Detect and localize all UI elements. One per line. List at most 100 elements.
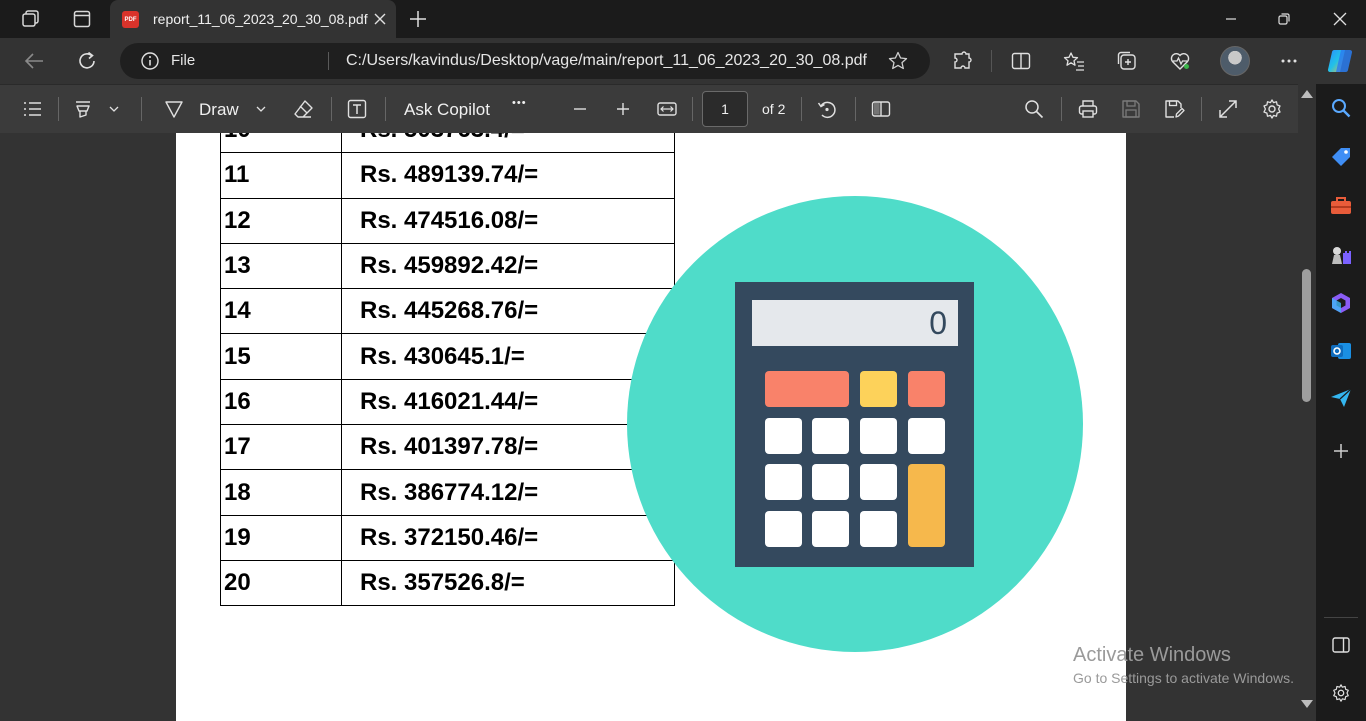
amount-cell: Rs. 503763.4/= <box>341 133 675 154</box>
add-text-icon[interactable] <box>345 97 369 121</box>
refresh-icon[interactable] <box>73 47 101 75</box>
send-drop-icon[interactable] <box>1328 385 1354 411</box>
favorites-icon[interactable] <box>1061 48 1087 74</box>
erase-icon[interactable] <box>291 97 315 121</box>
sidebar-search-icon[interactable] <box>1328 95 1354 121</box>
watermark-title: Activate Windows <box>1073 644 1231 666</box>
url-text[interactable]: C:/Users/kavindus/Desktop/vage/main/repo… <box>346 52 867 70</box>
scroll-up-arrow-icon[interactable] <box>1301 90 1313 98</box>
more-tools-icon[interactable]: ••• <box>512 97 527 109</box>
outlook-icon[interactable] <box>1328 338 1354 364</box>
zoom-in-icon[interactable] <box>611 97 635 121</box>
tab-title: report_11_06_2023_20_30_08.pdf <box>153 11 368 27</box>
toolbar-divider <box>991 50 992 72</box>
rotate-icon[interactable] <box>815 97 839 121</box>
amount-cell: Rs. 474516.08/= <box>341 197 675 244</box>
ask-copilot-button[interactable]: Ask Copilot <box>404 100 490 120</box>
row-number-cell: 10 <box>220 133 342 154</box>
pdf-file-icon: PDF <box>122 11 139 28</box>
active-tab[interactable]: PDF report_11_06_2023_20_30_08.pdf <box>110 0 396 38</box>
toolbar-divider <box>1061 97 1062 121</box>
amount-cell: Rs. 357526.8/= <box>341 559 675 607</box>
shopping-tag-icon[interactable] <box>1328 144 1354 170</box>
table-row: 10Rs. 503763.4/= <box>220 133 675 154</box>
profile-avatar[interactable] <box>1220 46 1250 76</box>
vertical-scrollbar[interactable] <box>1298 84 1316 721</box>
page-number-input[interactable]: 1 <box>702 91 748 127</box>
browser-essentials-icon[interactable] <box>1167 48 1193 74</box>
draw-icon[interactable] <box>162 97 186 121</box>
print-icon[interactable] <box>1076 97 1100 121</box>
pdf-viewer[interactable]: 10Rs. 503763.4/=11Rs. 489139.74/=12Rs. 4… <box>0 133 1298 721</box>
highlight-chevron-down-icon[interactable] <box>102 97 126 121</box>
row-number-cell: 17 <box>220 424 342 471</box>
collections-icon[interactable] <box>1114 48 1140 74</box>
row-number-cell: 14 <box>220 288 342 335</box>
save-as-icon[interactable] <box>1162 97 1186 121</box>
back-icon[interactable] <box>20 47 48 75</box>
calc-key <box>908 464 945 547</box>
close-window-icon[interactable] <box>1317 0 1363 38</box>
calc-key <box>765 371 849 407</box>
restore-icon[interactable] <box>1261 0 1307 38</box>
tab-strip: PDF report_11_06_2023_20_30_08.pdf <box>0 0 1366 38</box>
pdf-settings-gear-icon[interactable] <box>1260 97 1284 121</box>
row-number-cell: 11 <box>220 152 342 199</box>
table-row: 12 Rs. 474516.08/= <box>220 197 675 244</box>
address-bar[interactable]: File C:/Users/kavindus/Desktop/vage/main… <box>120 43 930 79</box>
games-chess-icon[interactable] <box>1328 242 1354 268</box>
amounts-table: 10Rs. 503763.4/=11Rs. 489139.74/=12Rs. 4… <box>220 133 675 607</box>
extensions-icon[interactable] <box>949 48 975 74</box>
row-number-cell: 13 <box>220 242 342 290</box>
close-tab-icon[interactable] <box>370 9 390 29</box>
calc-key <box>812 511 849 547</box>
amount-cell: Rs. 445268.76/= <box>341 288 675 335</box>
search-icon[interactable] <box>1022 97 1046 121</box>
calculator-display-value: 0 <box>929 305 947 341</box>
new-tab-icon[interactable] <box>406 7 430 31</box>
page-view-icon[interactable] <box>869 97 893 121</box>
page-total-label: of 2 <box>762 101 786 117</box>
omnibox-divider <box>328 52 329 70</box>
hide-sidebar-icon[interactable] <box>1328 632 1354 658</box>
calc-key <box>908 418 945 454</box>
favorite-star-icon[interactable] <box>887 50 909 72</box>
zoom-out-icon[interactable] <box>568 97 592 121</box>
minimize-icon[interactable] <box>1208 0 1254 38</box>
scrollbar-thumb[interactable] <box>1302 269 1311 402</box>
calc-key <box>812 418 849 454</box>
calculator-illustration: 0 <box>627 196 1083 652</box>
watermark-subtitle: Go to Settings to activate Windows. <box>1073 670 1294 686</box>
tools-briefcase-icon[interactable] <box>1328 193 1354 219</box>
contents-icon[interactable] <box>20 97 44 121</box>
highlight-icon[interactable] <box>71 97 95 121</box>
microsoft-365-icon[interactable] <box>1328 290 1354 316</box>
address-bar-row: File C:/Users/kavindus/Desktop/vage/main… <box>0 38 1366 84</box>
split-screen-icon[interactable] <box>1008 48 1034 74</box>
settings-and-more-icon[interactable] <box>1276 48 1302 74</box>
workspaces-icon[interactable] <box>19 7 43 31</box>
sidebar-settings-gear-icon[interactable] <box>1328 680 1354 706</box>
save-icon[interactable] <box>1119 97 1143 121</box>
table-row: 17 Rs. 401397.78/= <box>220 424 675 471</box>
tab-actions-icon[interactable] <box>70 7 94 31</box>
amount-cell: Rs. 386774.12/= <box>341 469 675 516</box>
calc-key <box>860 418 897 454</box>
draw-chevron-down-icon[interactable] <box>249 97 273 121</box>
add-sidebar-app-icon[interactable] <box>1328 438 1354 464</box>
calc-key <box>765 418 802 454</box>
table-row: 11 Rs. 489139.74/= <box>220 152 675 199</box>
fit-to-width-icon[interactable] <box>655 97 679 121</box>
toolbar-divider <box>141 97 142 121</box>
draw-label[interactable]: Draw <box>199 100 239 120</box>
scroll-down-arrow-icon[interactable] <box>1301 700 1313 708</box>
toolbar-divider <box>801 97 802 121</box>
site-info-icon[interactable] <box>140 51 160 71</box>
row-number-cell: 16 <box>220 378 342 426</box>
row-number-cell: 15 <box>220 333 342 380</box>
full-screen-icon[interactable] <box>1216 97 1240 121</box>
amount-cell: Rs. 489139.74/= <box>341 152 675 199</box>
activate-windows-watermark: Activate Windows Go to Settings to activ… <box>1073 644 1294 686</box>
table-row: 13 Rs. 459892.42/= <box>220 242 675 290</box>
copilot-icon[interactable] <box>1325 46 1355 76</box>
